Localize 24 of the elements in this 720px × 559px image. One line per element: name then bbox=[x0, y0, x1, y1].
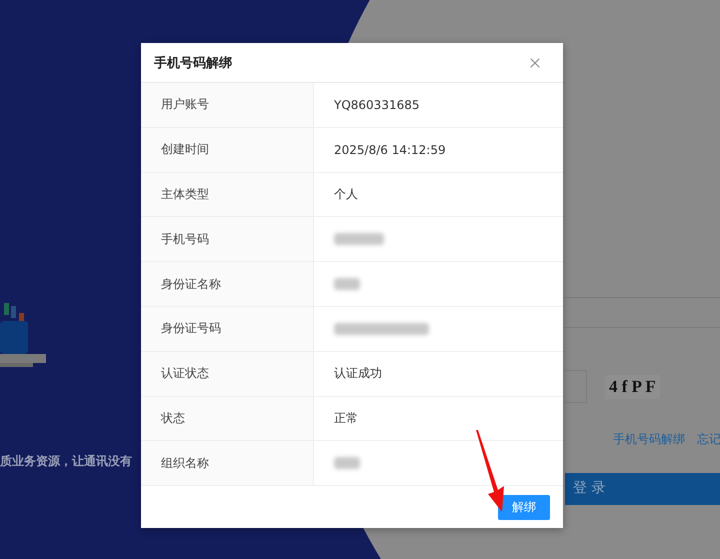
field-label: 手机号码 bbox=[161, 230, 209, 248]
field-label: 创建时间 bbox=[161, 141, 209, 158]
redaction-mark bbox=[334, 457, 360, 470]
field-label: 身份证号码 bbox=[161, 320, 221, 338]
field-label: 用户账号 bbox=[161, 96, 209, 114]
captcha-field[interactable] bbox=[565, 370, 587, 403]
link[interactable]: 手机号码解绑 bbox=[613, 431, 685, 448]
dialog-title: 手机号码解绑 bbox=[154, 54, 232, 72]
field-label: 认证状态 bbox=[161, 365, 209, 382]
slogan-text: 质业务资源，让通讯没有 bbox=[0, 453, 132, 470]
redaction-mark bbox=[334, 278, 360, 290]
captcha-image[interactable]: 4 f P F bbox=[605, 374, 660, 398]
value-text: 个人 bbox=[334, 186, 358, 203]
field-label: 主体类型 bbox=[161, 186, 209, 203]
field-label: 身份证名称 bbox=[161, 276, 221, 293]
value-text: 2025/8/6 14:12:59 bbox=[334, 142, 446, 157]
value-text: YQ860331685 bbox=[334, 98, 420, 112]
value-text: 认证成功 bbox=[334, 365, 382, 382]
unbind-button[interactable]: 解绑 bbox=[498, 494, 550, 520]
field-label: 组织名称 bbox=[161, 454, 209, 472]
field-label: 状态 bbox=[161, 410, 185, 427]
value-text: 正常 bbox=[334, 410, 358, 427]
login-button[interactable]: 登 录 bbox=[565, 473, 720, 505]
redaction-mark bbox=[334, 233, 384, 246]
